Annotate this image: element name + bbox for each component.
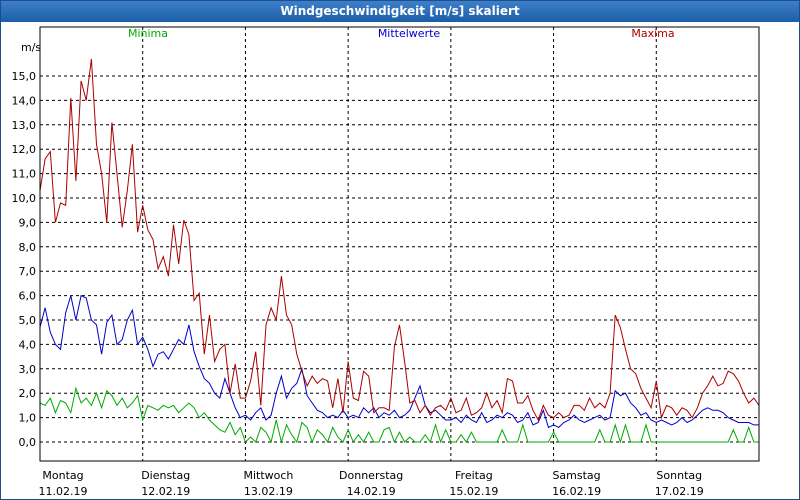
x-tick-weekday: Freitag [455,469,493,482]
y-tick-label: 13,0 [12,119,37,132]
y-tick-label: 14,0 [12,94,37,107]
y-tick-label: 6,0 [19,290,37,303]
x-tick-labels: Montag 11.02.19 Dienstag 12.02.19 Mittwoch 13… [39,469,704,498]
y-tick-label: 3,0 [19,363,37,376]
x-tick-date: 13.02.19 [244,485,293,498]
y-tick-label: 7,0 [19,265,37,278]
x-tick-date: 12.02.19 [141,485,190,498]
y-tick-label: 2,0 [19,387,37,400]
x-tick-date: 14.02.19 [347,485,396,498]
x-tick-weekday: Samstag [552,469,600,482]
y-tick-label: 11,0 [12,168,37,181]
y-tick-label: 5,0 [19,314,37,327]
y-tick-label: 12,0 [12,143,37,156]
x-tick-weekday: Dienstag [141,469,190,482]
x-tick-weekday: Mittwoch [243,469,293,482]
y-tick-label: 1,0 [19,412,37,425]
y-tick-label: 0,0 [19,436,37,449]
x-tick-weekday: Sonntag [656,469,702,482]
legend-maxima: Maxima [631,27,674,40]
plot-frame [39,26,760,462]
y-tick-label: 9,0 [19,216,37,229]
series-lines [39,58,760,444]
y-axis-label: m/s [21,41,41,54]
y-tick-label: 4,0 [19,338,37,351]
wind-speed-chart: m/s 0,0 1,0 2,0 3,0 4,0 5,0 6,0 7,0 8,0 9,0 10,0 11… [12,26,760,498]
legend-minima: Minima [128,27,168,40]
y-tick-labels: 0,0 1,0 2,0 3,0 4,0 5,0 6,0 7,0 8,0 9,0 10,0 11,0 12… [12,70,37,449]
x-tick-weekday: Montag [42,469,83,482]
grid [40,27,759,461]
chart-window: Windgeschwindigkeit [m/s] skaliert m/s 0… [0,0,800,500]
x-tick-date: 17.02.19 [655,485,704,498]
x-tick-date: 16.02.19 [552,485,601,498]
y-tick-label: 8,0 [19,241,37,254]
x-tick-weekday: Donnerstag [339,469,403,482]
x-tick-date: 11.02.19 [39,485,88,498]
series-line-minima [39,386,759,444]
x-tick-date: 15.02.19 [449,485,498,498]
series-line-maxima [39,58,760,422]
y-tick-label: 15,0 [12,70,37,83]
legend: Minima Mittelwerte Maxima [128,27,675,40]
y-tick-label: 10,0 [12,192,37,205]
legend-mittelwerte: Mittelwerte [378,27,441,40]
